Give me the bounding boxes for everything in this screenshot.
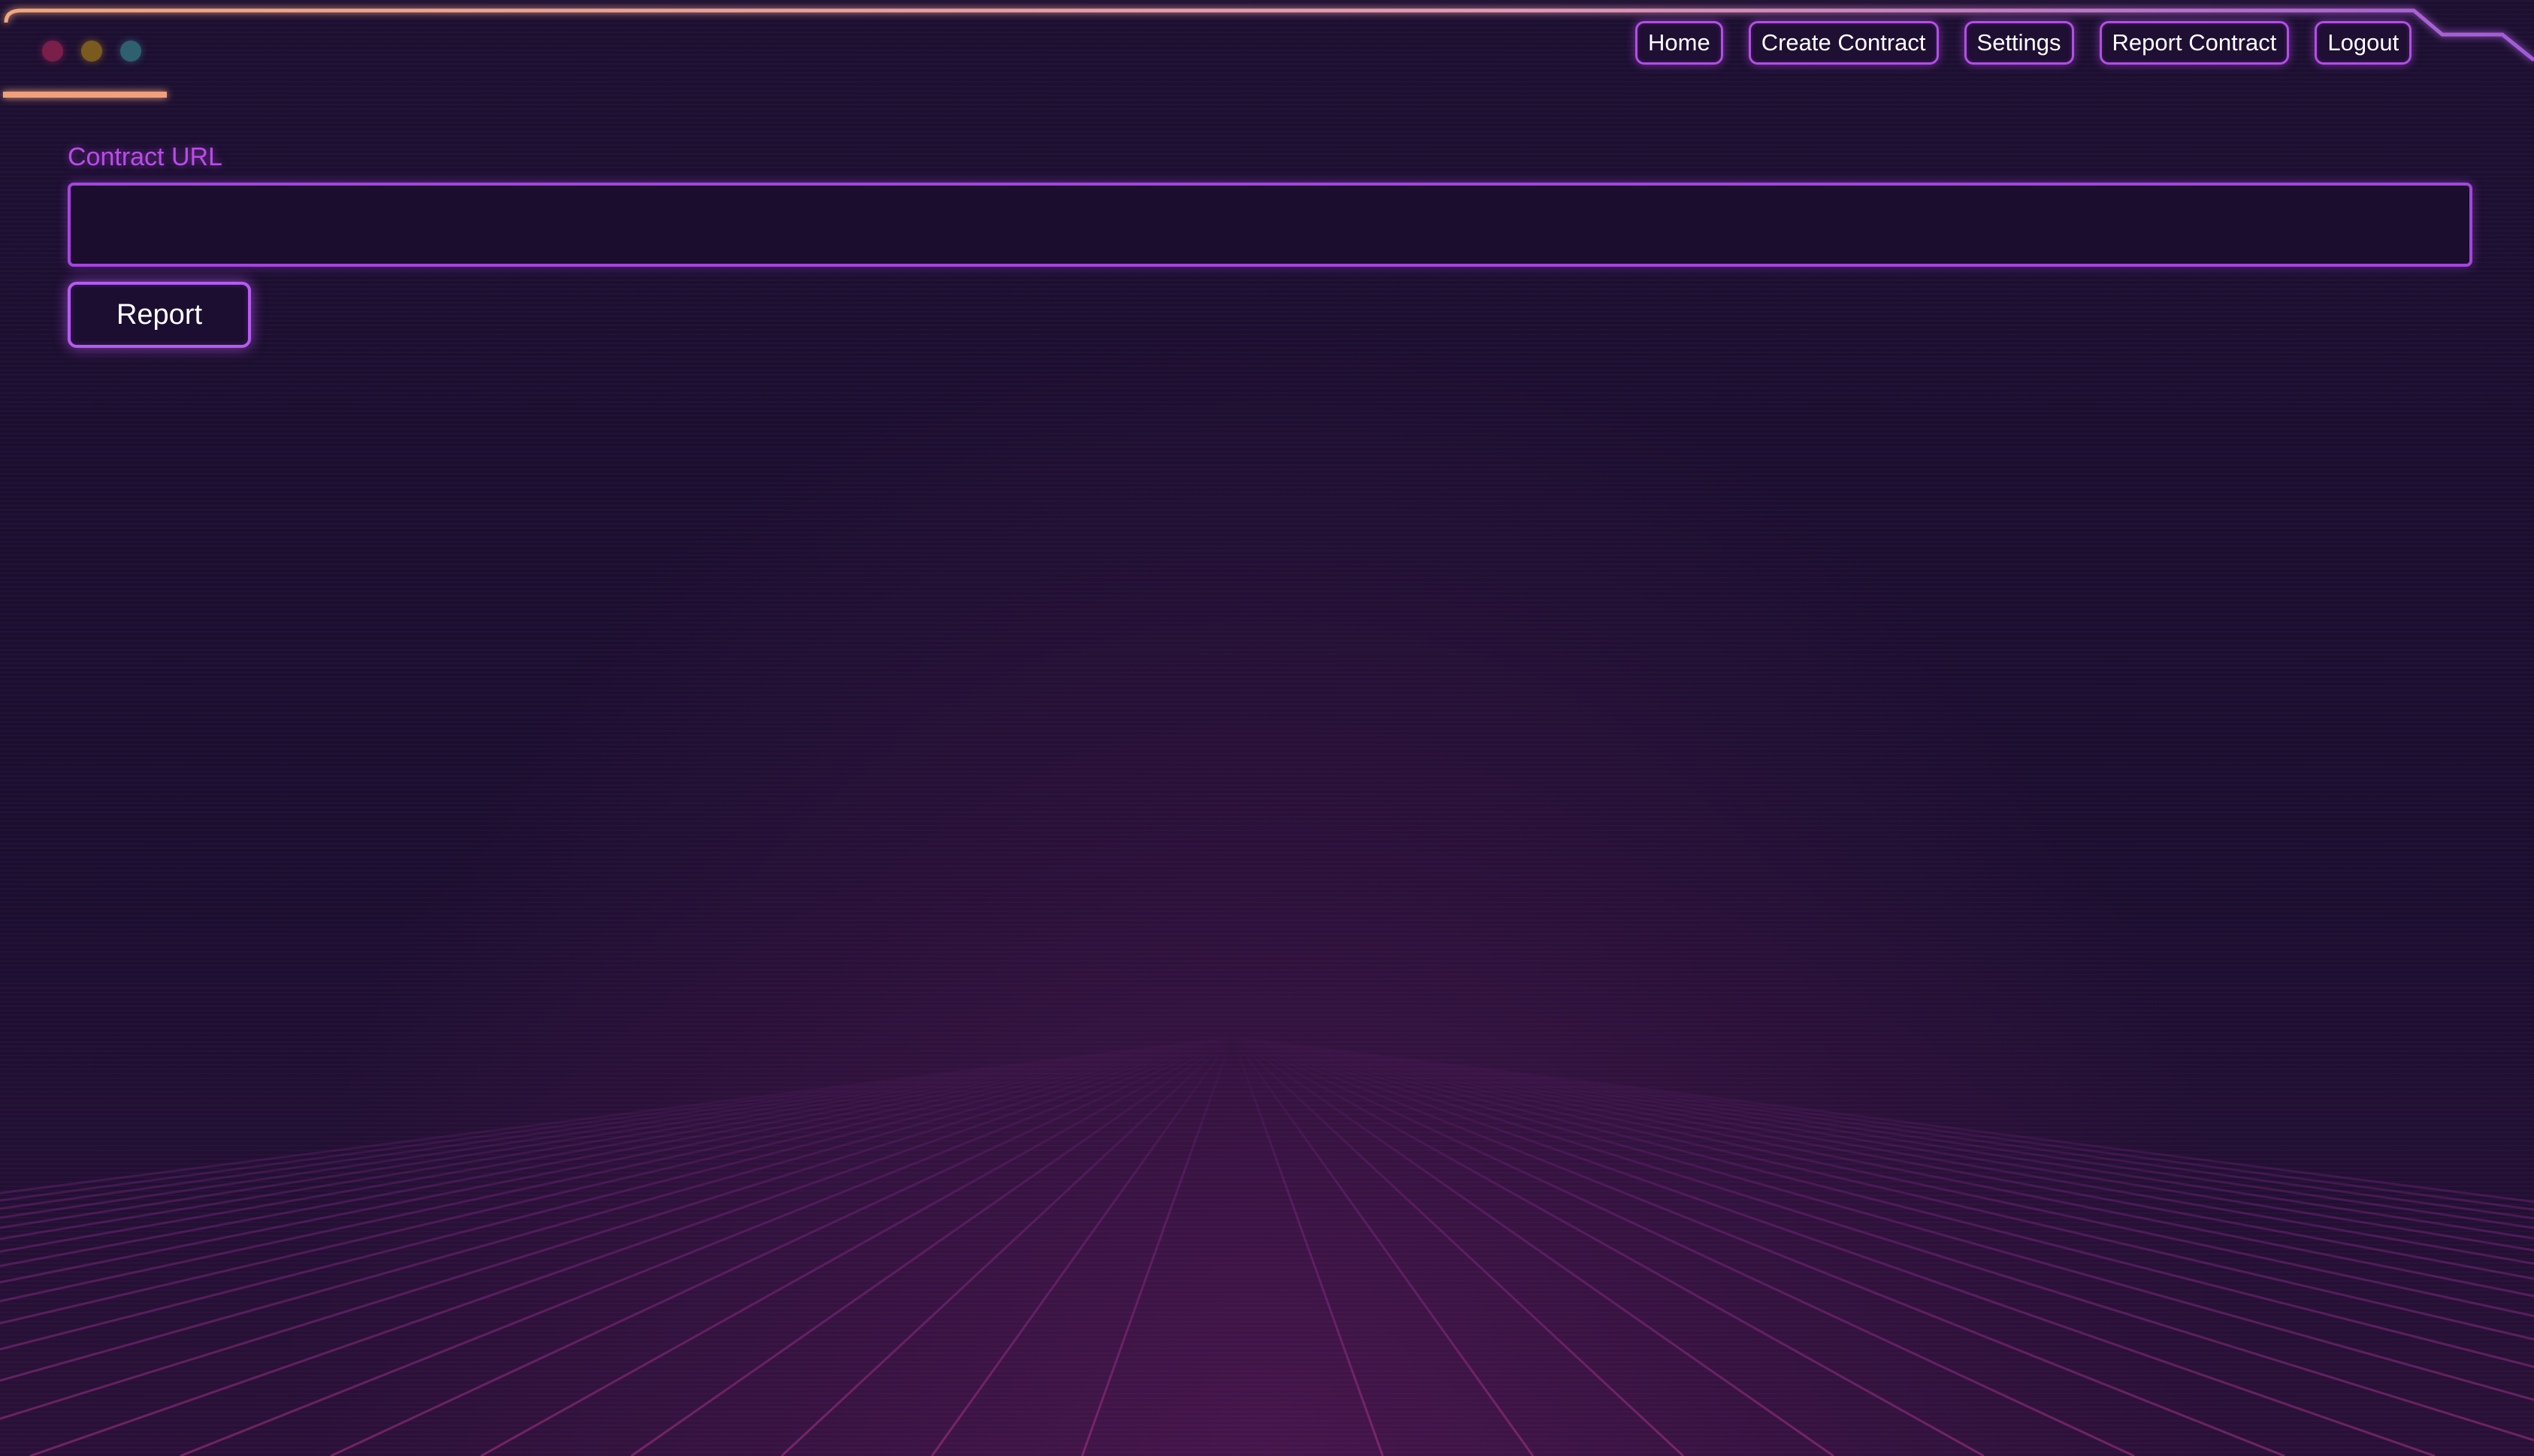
top-navigation: Home Create Contract Settings Report Con… xyxy=(1635,21,2412,65)
contract-url-input[interactable] xyxy=(68,183,2472,267)
nav-create-contract-button[interactable]: Create Contract xyxy=(1748,21,1939,65)
window-close-dot[interactable] xyxy=(42,41,63,62)
app-window: Home Create Contract Settings Report Con… xyxy=(0,0,2534,1456)
nav-report-contract-button[interactable]: Report Contract xyxy=(2099,21,2290,65)
window-minimize-dot[interactable] xyxy=(81,41,102,62)
nav-settings-button[interactable]: Settings xyxy=(1964,21,2074,65)
nav-home-button[interactable]: Home xyxy=(1635,21,1723,65)
retro-grid-floor xyxy=(0,1037,2534,1456)
contract-url-label: Contract URL xyxy=(68,143,222,171)
report-button[interactable]: Report xyxy=(68,282,251,348)
window-maximize-dot[interactable] xyxy=(120,41,141,62)
nav-logout-button[interactable]: Logout xyxy=(2315,21,2412,65)
